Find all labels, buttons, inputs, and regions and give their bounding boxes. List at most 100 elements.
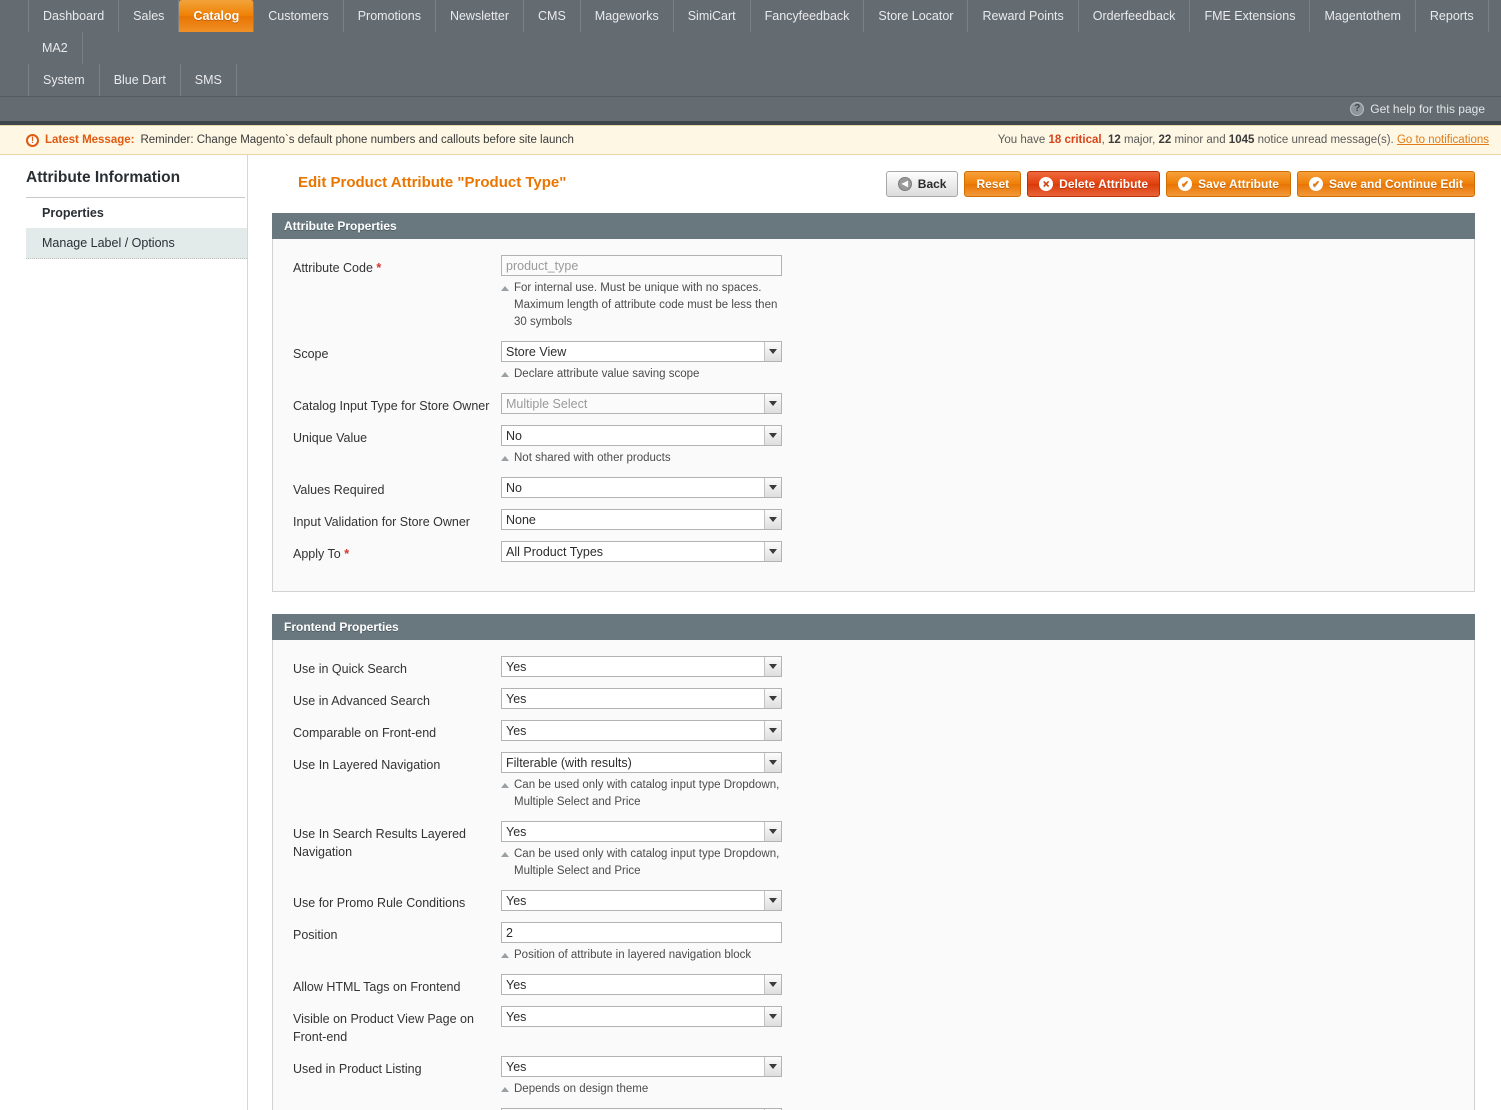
back-button[interactable]: ◀Back — [886, 171, 959, 197]
nav-item-magentothem[interactable]: Magentothem — [1310, 0, 1415, 32]
chevron-down-icon[interactable] — [764, 975, 781, 994]
hint-triangle-icon — [501, 953, 509, 958]
nav-item-cms[interactable]: CMS — [524, 0, 581, 32]
select-wrapper: Store View — [501, 341, 782, 362]
chevron-down-icon[interactable] — [764, 753, 781, 772]
save-and-continue-edit-button[interactable]: ✔Save and Continue Edit — [1297, 171, 1475, 197]
select-wrapper: None — [501, 509, 782, 530]
select-wrapper: Yes — [501, 656, 782, 677]
delete-attribute-button[interactable]: ✕Delete Attribute — [1027, 171, 1160, 197]
select-comparable-on-front-end[interactable]: Yes — [501, 720, 782, 741]
chevron-down-icon[interactable] — [764, 657, 781, 676]
button-label: Reset — [976, 177, 1009, 191]
select-values-required[interactable]: No — [501, 477, 782, 498]
nav-item-customers[interactable]: Customers — [254, 0, 343, 32]
select-scope[interactable]: Store View — [501, 341, 782, 362]
chevron-down-icon[interactable] — [764, 1057, 781, 1076]
label-text: Values Required — [293, 483, 385, 497]
label-text: Visible on Product View Page on Front-en… — [293, 1012, 474, 1044]
field-used-in-product-listing: Used in Product ListingYes Depends on des… — [273, 1056, 1474, 1098]
field-control-attribute-code: product_typeFor internal use. Must be un… — [501, 255, 1474, 331]
select-use-for-promo-rule-conditions[interactable]: Yes — [501, 890, 782, 911]
minor-word: minor and — [1171, 134, 1229, 146]
get-help-link[interactable]: ? Get help for this page — [1350, 102, 1485, 116]
nav-item-blue-dart[interactable]: Blue Dart — [100, 64, 181, 96]
nav-item-fme-extensions[interactable]: FME Extensions — [1190, 0, 1310, 32]
chevron-down-icon[interactable] — [764, 478, 781, 497]
field-control-use-in-layered-navigation: Filterable (with results) Can be used onl… — [501, 752, 1474, 811]
nav-item-sales[interactable]: Sales — [119, 0, 179, 32]
critical-word: critical — [1061, 134, 1101, 146]
field-use-for-promo-rule-conditions: Use for Promo Rule ConditionsYes — [273, 890, 1474, 912]
nav-item-newsletter[interactable]: Newsletter — [436, 0, 524, 32]
go-to-notifications-link[interactable]: Go to notifications — [1397, 134, 1489, 146]
page-body: Attribute Information PropertiesManage L… — [0, 155, 1501, 1110]
label-text: Use in Advanced Search — [293, 694, 430, 708]
field-hint-scope: Declare attribute value saving scope — [501, 366, 791, 383]
chevron-down-icon[interactable] — [764, 510, 781, 529]
section-body: Attribute Code *product_typeFor internal… — [272, 239, 1475, 592]
select-wrapper: Yes — [501, 1056, 782, 1077]
select-use-in-layered-navigation[interactable]: Filterable (with results) — [501, 752, 782, 773]
label-text: Input Validation for Store Owner — [293, 515, 470, 529]
button-label: Save Attribute — [1198, 177, 1279, 191]
nav-item-ma2[interactable]: MA2 — [28, 32, 83, 64]
select-use-in-advanced-search[interactable]: Yes — [501, 688, 782, 709]
chevron-down-icon[interactable] — [764, 342, 781, 361]
field-control-scope: Store View Declare attribute value saving… — [501, 341, 1474, 383]
sidebar-item-properties[interactable]: Properties — [26, 198, 247, 228]
nav-item-dashboard[interactable]: Dashboard — [28, 0, 119, 32]
select-use-in-quick-search[interactable]: Yes — [501, 656, 782, 677]
input-position[interactable]: 2 — [501, 922, 782, 943]
chevron-down-icon[interactable] — [764, 1007, 781, 1026]
nav-item-orderfeedback[interactable]: Orderfeedback — [1079, 0, 1191, 32]
hint-text: Not shared with other products — [514, 450, 671, 467]
hint-text: Can be used only with catalog input type… — [514, 777, 791, 811]
label-text: Use In Layered Navigation — [293, 758, 440, 772]
field-control-allow-html-tags-on-frontend: Yes — [501, 974, 1474, 995]
nav-item-reward-points[interactable]: Reward Points — [968, 0, 1078, 32]
chevron-down-icon[interactable] — [764, 689, 781, 708]
select-use-in-search-results-layered-navigation[interactable]: Yes — [501, 821, 782, 842]
chevron-down-icon[interactable] — [764, 426, 781, 445]
sidebar-title: Attribute Information — [26, 169, 245, 198]
field-catalog-input-type-for-store-owner: Catalog Input Type for Store OwnerMultip… — [273, 393, 1474, 415]
select-visible-on-product-view-page-on-front-end[interactable]: Yes — [501, 1006, 782, 1027]
field-hint-unique-value: Not shared with other products — [501, 450, 791, 467]
select-apply-to[interactable]: All Product Types — [501, 541, 782, 562]
select-input-validation-for-store-owner[interactable]: None — [501, 509, 782, 530]
nav-item-catalog[interactable]: Catalog — [179, 0, 254, 32]
nav-item-sms[interactable]: SMS — [181, 64, 237, 96]
field-control-position: 2 Position of attribute in layered naviga… — [501, 922, 1474, 964]
save-attribute-button[interactable]: ✔Save Attribute — [1166, 171, 1291, 197]
nav-item-promotions[interactable]: Promotions — [344, 0, 436, 32]
chevron-down-icon[interactable] — [764, 721, 781, 740]
chevron-down-icon[interactable] — [764, 891, 781, 910]
nav-item-fancyfeedback[interactable]: Fancyfeedback — [751, 0, 865, 32]
nav-item-mageworks[interactable]: Mageworks — [581, 0, 674, 32]
select-wrapper: Yes — [501, 974, 782, 995]
field-label-input-validation-for-store-owner: Input Validation for Store Owner — [293, 509, 501, 531]
check-icon: ✔ — [1309, 177, 1323, 191]
sidebar-item-manage-label-options[interactable]: Manage Label / Options — [26, 228, 247, 259]
field-control-input-validation-for-store-owner: None — [501, 509, 1474, 530]
select-allow-html-tags-on-frontend[interactable]: Yes — [501, 974, 782, 995]
nav-item-simicart[interactable]: SimiCart — [674, 0, 751, 32]
message-label: Latest Message: — [45, 134, 134, 146]
reset-button[interactable]: Reset — [964, 171, 1021, 197]
chevron-down-icon[interactable] — [764, 822, 781, 841]
chevron-down-icon[interactable] — [764, 542, 781, 561]
nav-item-store-locator[interactable]: Store Locator — [864, 0, 968, 32]
field-hint-used-in-product-listing: Depends on design theme — [501, 1081, 791, 1098]
field-input-validation-for-store-owner: Input Validation for Store Owner None — [273, 509, 1474, 531]
select-used-in-product-listing[interactable]: Yes — [501, 1056, 782, 1077]
nav-item-reports[interactable]: Reports — [1416, 0, 1489, 32]
hint-triangle-icon — [501, 1087, 509, 1092]
hint-text: Position of attribute in layered navigat… — [514, 947, 751, 964]
field-label-used-in-product-listing: Used in Product Listing — [293, 1056, 501, 1078]
select-unique-value[interactable]: No — [501, 425, 782, 446]
field-control-use-in-search-results-layered-navigation: YesCan be used only with catalog input t… — [501, 821, 1474, 880]
main-content: Edit Product Attribute "Product Type" ◀B… — [248, 155, 1501, 1110]
form-sections: Attribute PropertiesAttribute Code *prod… — [272, 213, 1475, 1110]
nav-item-system[interactable]: System — [28, 64, 100, 96]
